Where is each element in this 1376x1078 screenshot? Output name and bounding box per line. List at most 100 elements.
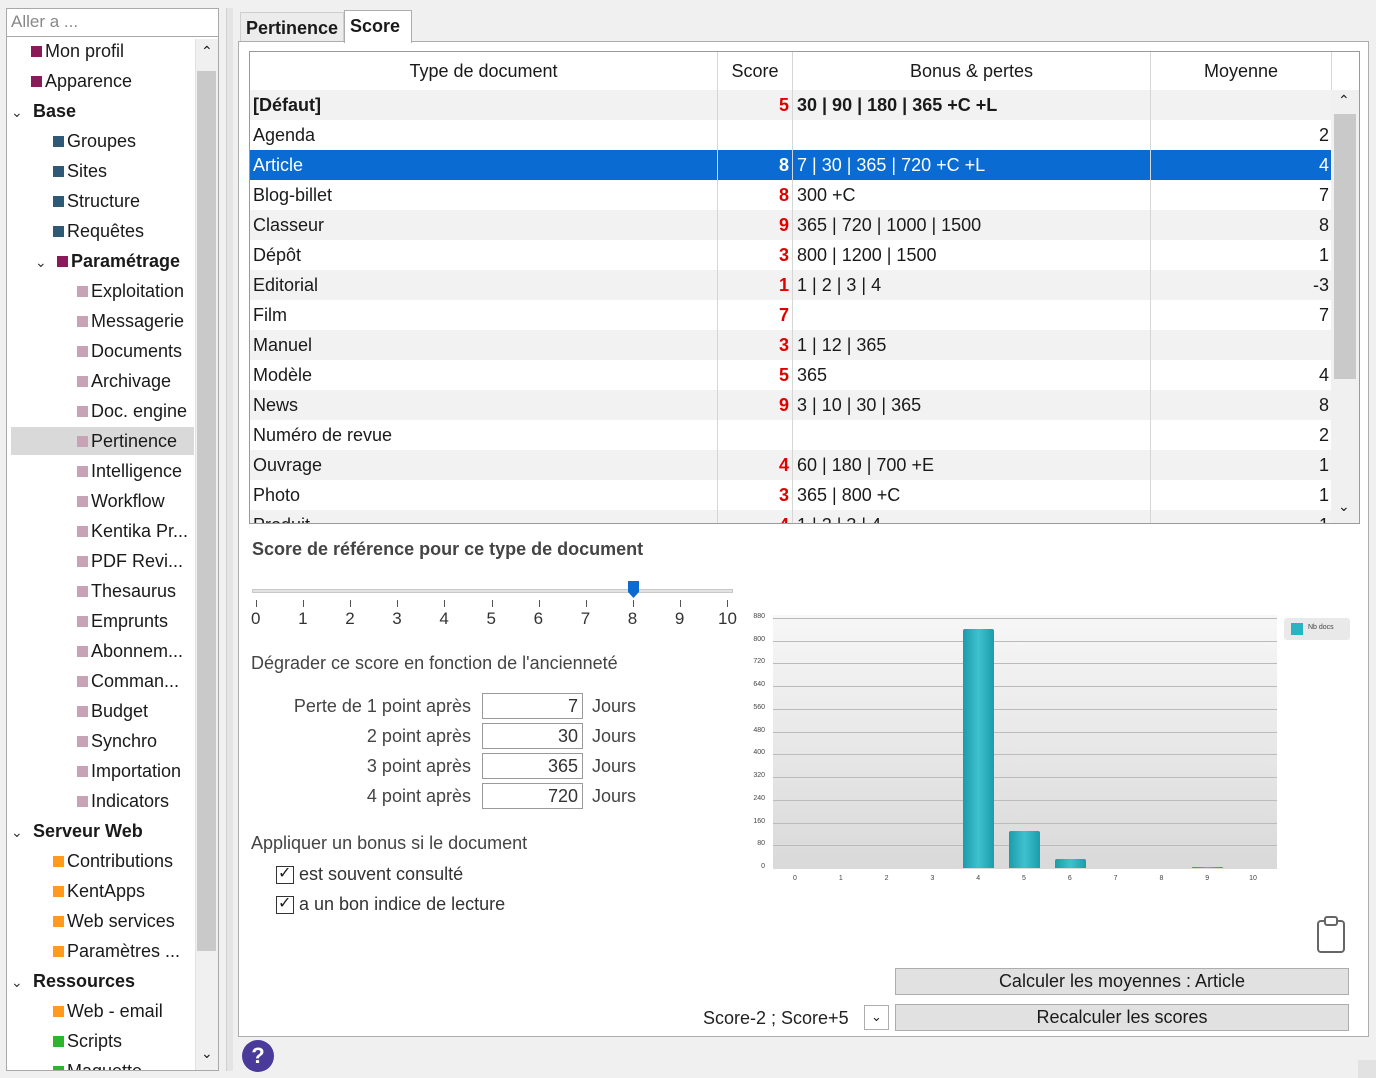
x-tick-label: 1: [838, 875, 843, 882]
help-icon[interactable]: ?: [242, 1040, 274, 1072]
chevron-down-icon[interactable]: ⌄: [11, 98, 33, 126]
sidebar-scroll-thumb[interactable]: [197, 71, 216, 951]
table-row[interactable]: Agenda 2: [250, 120, 1332, 150]
sidebar-item[interactable]: ⌄ Base: [11, 97, 76, 125]
header-bonus[interactable]: Bonus & pertes: [793, 52, 1151, 90]
table-row[interactable]: Modèle 5 365 4: [250, 360, 1332, 390]
chevron-down-icon[interactable]: ⌄: [11, 818, 33, 846]
slider-tick-label: 7: [580, 609, 591, 628]
scroll-up-icon[interactable]: ⌃: [201, 43, 213, 60]
splitter[interactable]: [226, 8, 233, 1071]
resize-grip[interactable]: [1358, 1060, 1376, 1078]
sidebar-item[interactable]: ⌄ Paramétrage: [35, 247, 180, 275]
sidebar-item[interactable]: KentApps: [53, 877, 145, 905]
sidebar-item[interactable]: Indicators: [77, 787, 169, 815]
days-input[interactable]: 30: [482, 723, 583, 749]
header-moyenne[interactable]: Moyenne: [1151, 52, 1332, 90]
score-select-dropdown[interactable]: ⌄: [864, 1005, 889, 1030]
folder-square-icon: [77, 556, 88, 567]
table-row[interactable]: Article 8 7 | 30 | 365 | 720 +C +L 4: [250, 150, 1332, 180]
days-input[interactable]: 720: [482, 783, 583, 809]
days-input[interactable]: 7: [482, 693, 583, 719]
checkbox-bon-indice[interactable]: ✓: [276, 895, 294, 914]
table-row[interactable]: Produit41 | 2 | 3 | 41: [250, 510, 1332, 523]
table-row[interactable]: Manuel 3 1 | 12 | 365: [250, 330, 1332, 360]
sidebar-item[interactable]: Scripts: [53, 1027, 122, 1055]
chevron-down-icon[interactable]: ⌄: [11, 968, 33, 996]
table-row[interactable]: Dépôt 3 800 | 1200 | 1500 1: [250, 240, 1332, 270]
score-select-value[interactable]: Score-2 ; Score+5: [703, 1008, 849, 1029]
table-row[interactable]: News 9 3 | 10 | 30 | 365 8: [250, 390, 1332, 420]
sidebar-item[interactable]: Kentika Pr...: [77, 517, 188, 545]
sidebar-item[interactable]: Messagerie: [77, 307, 184, 335]
cell-moyenne: 1: [1318, 455, 1329, 475]
folder-square-icon: [53, 856, 64, 867]
sidebar-item[interactable]: Pertinence: [11, 427, 194, 455]
sidebar-item[interactable]: Documents: [77, 337, 182, 365]
sidebar-item[interactable]: Workflow: [77, 487, 165, 515]
clipboard-icon[interactable]: [1316, 916, 1346, 954]
table-row[interactable]: Ouvrage 4 60 | 180 | 700 +E 1: [250, 450, 1332, 480]
header-type[interactable]: Type de document: [250, 52, 718, 90]
table-row[interactable]: Editorial 1 1 | 2 | 3 | 4 -3: [250, 270, 1332, 300]
calculate-averages-button[interactable]: Calculer les moyennes : Article: [895, 968, 1349, 995]
table-row[interactable]: [Défaut] 5 30 | 90 | 180 | 365 +C +L: [250, 90, 1332, 120]
table-row[interactable]: Blog-billet 8 300 +C 7: [250, 180, 1332, 210]
slider-tick-mark: [350, 600, 352, 607]
sidebar-item[interactable]: Intelligence: [77, 457, 182, 485]
sidebar-item[interactable]: Thesaurus: [77, 577, 176, 605]
sidebar-item[interactable]: Contributions: [53, 847, 173, 875]
cell-bonus: 3 | 10 | 30 | 365: [793, 390, 1151, 420]
sidebar-item[interactable]: Groupes: [53, 127, 136, 155]
reference-slider-thumb[interactable]: [627, 581, 639, 598]
table-scroll-up-icon[interactable]: ⌃: [1338, 92, 1350, 109]
sidebar-item[interactable]: ⌄ Ressources: [11, 967, 135, 995]
tab-score[interactable]: Score: [344, 10, 412, 43]
sidebar-item[interactable]: Mon profil: [31, 37, 124, 65]
sidebar-item[interactable]: Archivage: [77, 367, 171, 395]
days-unit-label: Jours: [592, 756, 637, 776]
sidebar-item[interactable]: Comman...: [77, 667, 179, 695]
sidebar-item[interactable]: Structure: [53, 187, 140, 215]
y-tick-label: 880: [753, 613, 765, 620]
goto-search-input[interactable]: Aller a ...: [7, 9, 218, 37]
table-row[interactable]: Classeur 9 365 | 720 | 1000 | 1500 8: [250, 210, 1332, 240]
table-row[interactable]: Film 7 7: [250, 300, 1332, 330]
sidebar-item[interactable]: Importation: [77, 757, 181, 785]
sidebar-item[interactable]: Paramètres ...: [53, 937, 180, 965]
tab-pertinence[interactable]: Pertinence: [240, 12, 344, 41]
sidebar-item[interactable]: Sites: [53, 157, 107, 185]
sidebar-item[interactable]: Doc. engine: [77, 397, 187, 425]
table-row[interactable]: Photo 3 365 | 800 +C 1: [250, 480, 1332, 510]
sidebar-item[interactable]: ⌄ Serveur Web: [11, 817, 143, 845]
slider-tick-label: 0: [251, 609, 261, 628]
y-tick-label: 240: [753, 794, 765, 802]
sidebar-item[interactable]: Exploitation: [77, 277, 184, 305]
reference-slider-track[interactable]: [252, 589, 733, 593]
cell-bonus: 30 | 90 | 180 | 365 +C +L: [793, 90, 1151, 120]
sidebar-item[interactable]: Web - email: [53, 997, 163, 1025]
header-score[interactable]: Score: [718, 52, 793, 90]
sidebar-item[interactable]: Synchro: [77, 727, 157, 755]
sidebar-item[interactable]: PDF Revi...: [77, 547, 183, 575]
sidebar-item[interactable]: Emprunts: [77, 607, 168, 635]
table-row[interactable]: Numéro de revue 2: [250, 420, 1332, 450]
sidebar-item[interactable]: Budget: [77, 697, 148, 725]
sidebar-item[interactable]: Web services: [53, 907, 175, 935]
sidebar-item[interactable]: Requêtes: [53, 217, 144, 245]
sidebar-item[interactable]: Abonnem...: [77, 637, 183, 665]
chevron-down-icon[interactable]: ⌄: [35, 248, 57, 276]
scroll-down-icon[interactable]: ⌄: [201, 1045, 213, 1062]
table-scroll-thumb[interactable]: [1334, 114, 1356, 379]
sidebar-item-label: Pertinence: [91, 431, 178, 451]
recalculate-scores-button[interactable]: Recalculer les scores: [895, 1004, 1349, 1031]
table-scroll-down-icon[interactable]: ⌄: [1338, 498, 1350, 515]
y-tick-label: 0: [761, 863, 765, 870]
sidebar-item-label: KentApps: [67, 881, 146, 901]
score-distribution-chart: [773, 615, 1277, 869]
days-input[interactable]: 365: [482, 753, 583, 779]
checkbox-souvent-consulte[interactable]: ✓: [276, 865, 294, 884]
sidebar-item[interactable]: Apparence: [31, 67, 132, 95]
cell-type: Produit: [250, 510, 718, 523]
sidebar-item[interactable]: Maquette: [53, 1057, 142, 1070]
